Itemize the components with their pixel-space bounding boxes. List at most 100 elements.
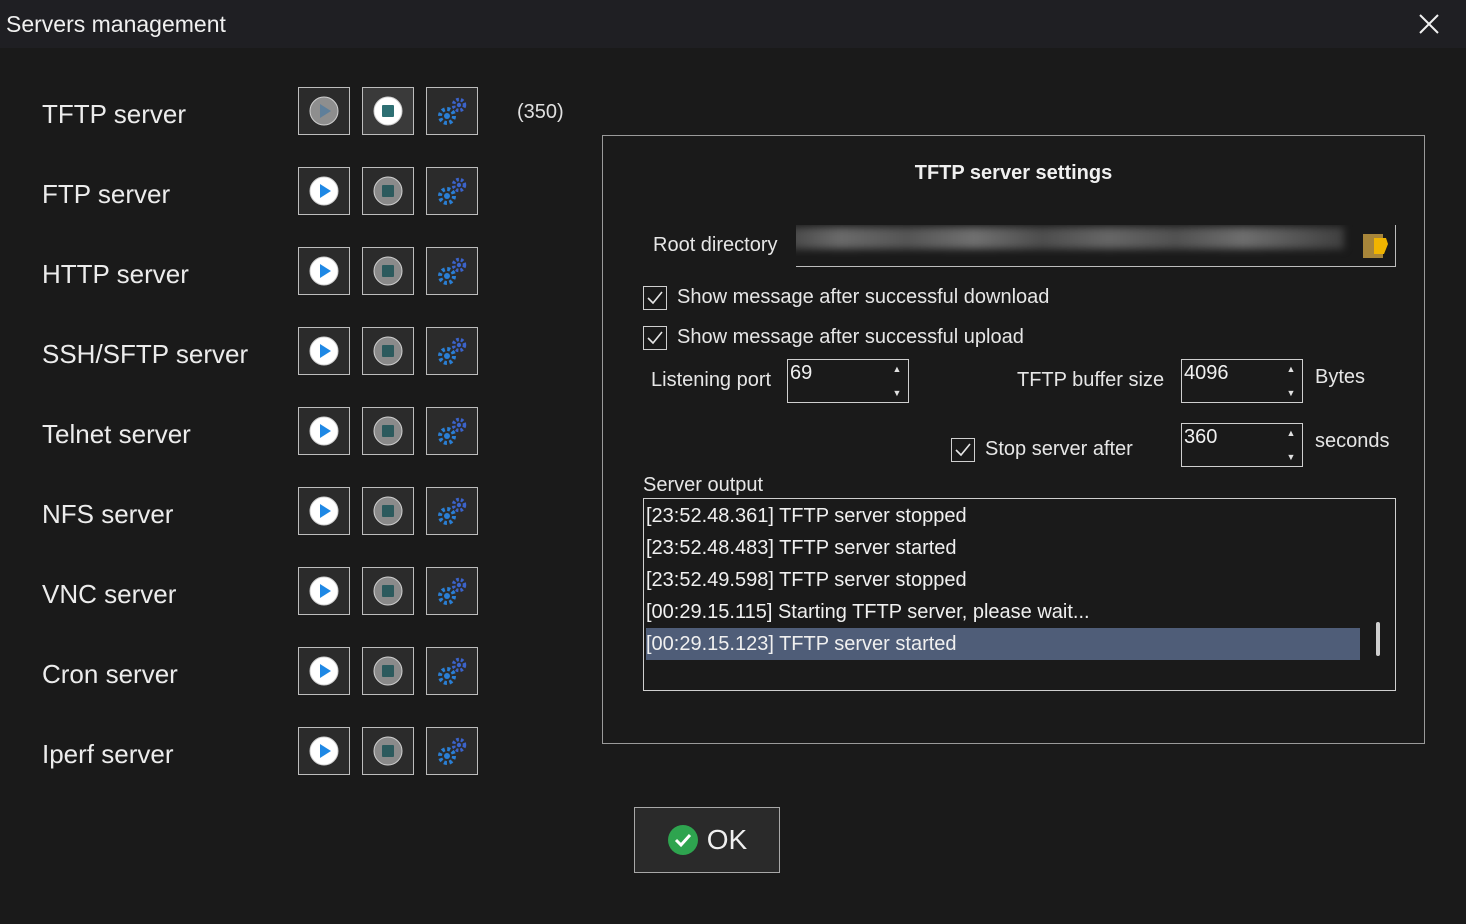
- stop-icon: [373, 576, 403, 606]
- server-label: Cron server: [42, 659, 178, 689]
- server-settings-button[interactable]: [426, 247, 478, 295]
- spin-up-icon[interactable]: ▲: [1287, 363, 1296, 375]
- show-upload-checkbox[interactable]: [643, 326, 667, 350]
- output-line[interactable]: [23:52.48.483] TFTP server started: [646, 532, 1360, 564]
- close-icon: [1419, 14, 1439, 34]
- stop-after-spinner[interactable]: ▲ ▼: [1181, 423, 1303, 467]
- buffer-unit-label: Bytes: [1315, 366, 1366, 388]
- ok-button[interactable]: OK: [634, 807, 780, 873]
- server-label: FTP server: [42, 179, 171, 209]
- buffer-size-input[interactable]: [1184, 362, 1280, 385]
- server-settings-button[interactable]: [426, 727, 478, 775]
- listening-port-input[interactable]: [790, 362, 886, 385]
- start-server-button[interactable]: [298, 87, 350, 135]
- stop-icon: [373, 416, 403, 446]
- server-settings-button[interactable]: [426, 167, 478, 215]
- listening-port-label: Listening port: [651, 369, 772, 391]
- start-server-button[interactable]: [298, 487, 350, 535]
- server-label: SSH/SFTP server: [42, 339, 249, 369]
- checkmark-icon: [955, 443, 971, 457]
- stop-icon: [373, 496, 403, 526]
- server-row: TFTP server: [0, 87, 600, 147]
- check-circle-icon: [667, 825, 698, 855]
- server-settings-button[interactable]: [426, 407, 478, 455]
- start-server-button[interactable]: [298, 407, 350, 455]
- close-button[interactable]: [1404, 4, 1454, 44]
- root-directory-field[interactable]: [796, 225, 1396, 267]
- start-server-button[interactable]: [298, 727, 350, 775]
- server-label: VNC server: [42, 579, 177, 609]
- output-line[interactable]: [00:29.15.123] TFTP server started: [646, 628, 1360, 660]
- spin-down-icon[interactable]: ▼: [1287, 451, 1296, 463]
- server-row: Iperf server: [0, 727, 600, 787]
- start-server-button[interactable]: [298, 167, 350, 215]
- play-icon: [309, 256, 339, 286]
- start-server-button[interactable]: [298, 327, 350, 375]
- tftp-settings-group: TFTP server settings Root directory Show…: [602, 135, 1425, 744]
- output-scrollbar[interactable]: [1362, 500, 1394, 689]
- play-icon: [309, 96, 339, 126]
- start-server-button[interactable]: [298, 247, 350, 295]
- stop-after-input[interactable]: [1184, 426, 1280, 449]
- window-title: Servers management: [6, 11, 226, 37]
- listening-port-spinner[interactable]: ▲ ▼: [787, 359, 909, 403]
- start-server-button[interactable]: [298, 647, 350, 695]
- spin-down-icon[interactable]: ▼: [893, 387, 902, 399]
- stop-icon: [373, 96, 403, 126]
- buffer-size-spinner[interactable]: ▲ ▼: [1181, 359, 1303, 403]
- output-line[interactable]: [00:29.15.115] Starting TFTP server, ple…: [646, 596, 1360, 628]
- server-settings-button[interactable]: [426, 327, 478, 375]
- server-label: Iperf server: [42, 739, 174, 769]
- stop-server-button[interactable]: [362, 727, 414, 775]
- server-settings-button[interactable]: [426, 647, 478, 695]
- folder-icon: [1363, 234, 1388, 258]
- stop-icon: [373, 656, 403, 686]
- show-upload-label: Show message after successful upload: [677, 326, 1024, 348]
- gears-icon: [438, 737, 467, 765]
- stop-server-button[interactable]: [362, 567, 414, 615]
- server-settings-button[interactable]: [426, 87, 478, 135]
- stop-after-unit-label: seconds: [1315, 430, 1390, 452]
- stop-server-button[interactable]: [362, 327, 414, 375]
- stop-server-button[interactable]: [362, 167, 414, 215]
- stop-after-checkbox[interactable]: [951, 438, 975, 462]
- play-icon: [309, 736, 339, 766]
- play-icon: [309, 656, 339, 686]
- stop-server-button[interactable]: [362, 487, 414, 535]
- stop-server-button[interactable]: [362, 647, 414, 695]
- checkmark-icon: [647, 331, 663, 345]
- server-settings-button[interactable]: [426, 487, 478, 535]
- show-download-checkbox[interactable]: [643, 286, 667, 310]
- gears-icon: [438, 577, 467, 605]
- server-row: FTP server: [0, 167, 600, 227]
- output-line[interactable]: [23:52.49.598] TFTP server stopped: [646, 564, 1360, 596]
- gears-icon: [438, 497, 467, 525]
- server-label: TFTP server: [42, 99, 186, 129]
- stop-server-button[interactable]: [362, 407, 414, 455]
- spin-down-icon[interactable]: ▼: [1287, 387, 1296, 399]
- play-icon: [309, 176, 339, 206]
- gears-icon: [438, 97, 467, 125]
- browse-folder-button[interactable]: [1357, 227, 1393, 263]
- play-icon: [309, 416, 339, 446]
- spin-up-icon[interactable]: ▲: [893, 363, 902, 375]
- stop-server-button[interactable]: [362, 87, 414, 135]
- stop-icon: [373, 256, 403, 286]
- gears-icon: [438, 257, 467, 285]
- server-row: NFS server: [0, 487, 600, 547]
- scrollbar-thumb[interactable]: [1376, 622, 1380, 656]
- start-server-button[interactable]: [298, 567, 350, 615]
- gears-icon: [438, 177, 467, 205]
- server-row: Cron server: [0, 647, 600, 707]
- server-output-list[interactable]: [23:52.48.361] TFTP server stopped [23:52…: [643, 498, 1396, 691]
- buffer-size-label: TFTP buffer size: [1017, 369, 1165, 391]
- server-output-label: Server output: [643, 474, 764, 496]
- stop-after-label: Stop server after: [985, 438, 1133, 460]
- redacted-path: [796, 227, 1344, 249]
- output-line[interactable]: [23:52.48.361] TFTP server stopped: [646, 500, 1360, 532]
- root-directory-label: Root directory: [653, 234, 778, 256]
- server-settings-button[interactable]: [426, 567, 478, 615]
- spin-up-icon[interactable]: ▲: [1287, 427, 1296, 439]
- checkmark-icon: [647, 291, 663, 305]
- stop-server-button[interactable]: [362, 247, 414, 295]
